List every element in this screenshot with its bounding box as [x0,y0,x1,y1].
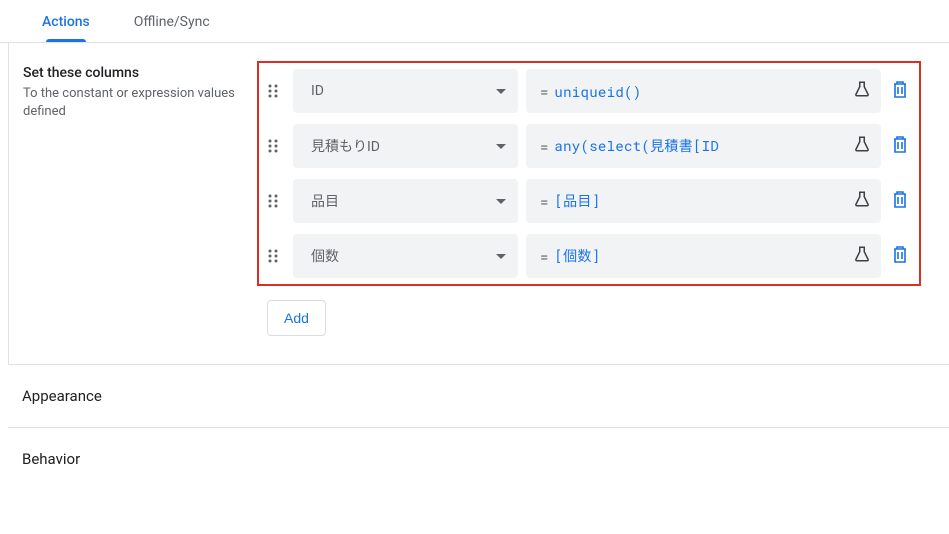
column-select[interactable]: ID [293,69,518,113]
column-select-value: ID [311,83,324,99]
equals-sign: = [540,192,548,211]
setting-title: Set these columns [23,65,235,81]
tabs-bar: Actions Offline/Sync [0,0,949,43]
setting-subtitle: To the constant or expression values def… [23,85,235,121]
expression-field[interactable]: = uniqueid() [526,69,881,113]
expression-field[interactable]: = [個数] [526,234,881,278]
section-appearance[interactable]: Appearance [8,364,949,427]
expression-text: [個数] [554,246,847,266]
drag-handle-icon[interactable] [267,138,285,154]
expression-text: uniqueid() [554,82,847,101]
delete-button[interactable] [889,245,911,267]
expression-text: [品目] [554,191,847,211]
equals-sign: = [540,247,548,266]
expression-field[interactable]: = any(select(見積書[ID [526,124,881,168]
column-select-value: 品目 [311,191,339,211]
equals-sign: = [540,137,548,156]
column-select[interactable]: 品目 [293,179,518,223]
tab-offline-sync[interactable]: Offline/Sync [112,0,232,42]
add-button[interactable]: Add [267,300,326,336]
set-columns-panel: Set these columns To the constant or exp… [8,43,949,364]
tab-actions[interactable]: Actions [20,0,112,42]
section-behavior[interactable]: Behavior [8,427,949,490]
flask-icon[interactable] [853,80,871,102]
delete-button[interactable] [889,190,911,212]
column-row: 個数 = [個数] [267,234,911,278]
column-row: 品目 = [品目] [267,179,911,223]
chevron-down-icon [496,193,506,209]
chevron-down-icon [496,248,506,264]
delete-button[interactable] [889,135,911,157]
setting-label-area: Set these columns To the constant or exp… [9,43,247,364]
highlight-annotation: ID = uniqueid() 見積もりID [257,61,921,286]
column-row: ID = uniqueid() [267,69,911,113]
flask-icon[interactable] [853,190,871,212]
chevron-down-icon [496,138,506,154]
flask-icon[interactable] [853,245,871,267]
expression-text: any(select(見積書[ID [554,136,847,156]
column-row: 見積もりID = any(select(見積書[ID [267,124,911,168]
column-select-value: 見積もりID [311,136,380,156]
column-select[interactable]: 見積もりID [293,124,518,168]
setting-value-area: ID = uniqueid() 見積もりID [247,43,949,364]
equals-sign: = [540,82,548,101]
flask-icon[interactable] [853,135,871,157]
drag-handle-icon[interactable] [267,248,285,264]
chevron-down-icon [496,83,506,99]
expression-field[interactable]: = [品目] [526,179,881,223]
column-select-value: 個数 [311,246,339,266]
delete-button[interactable] [889,80,911,102]
column-select[interactable]: 個数 [293,234,518,278]
drag-handle-icon[interactable] [267,83,285,99]
drag-handle-icon[interactable] [267,193,285,209]
